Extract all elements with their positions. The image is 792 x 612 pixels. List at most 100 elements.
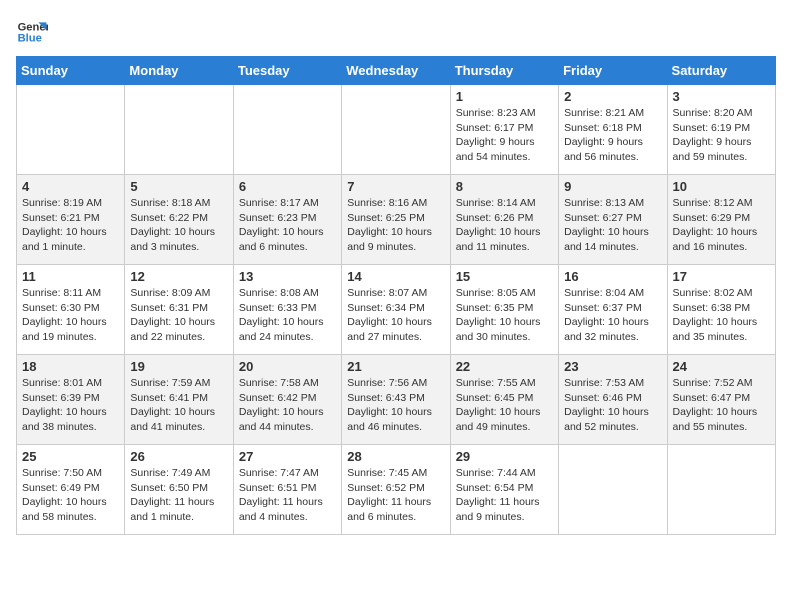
day-number: 15 (456, 269, 553, 284)
day-info: Sunrise: 8:16 AM (347, 196, 444, 211)
day-info: Sunrise: 8:20 AM (673, 106, 770, 121)
day-info: Daylight: 11 hours (347, 495, 444, 510)
day-cell: 22Sunrise: 7:55 AMSunset: 6:45 PMDayligh… (450, 355, 558, 445)
day-number: 8 (456, 179, 553, 194)
day-cell: 21Sunrise: 7:56 AMSunset: 6:43 PMDayligh… (342, 355, 450, 445)
day-info: Sunset: 6:31 PM (130, 301, 227, 316)
day-cell: 9Sunrise: 8:13 AMSunset: 6:27 PMDaylight… (559, 175, 667, 265)
calendar-table: SundayMondayTuesdayWednesdayThursdayFrid… (16, 56, 776, 535)
day-info: Sunset: 6:42 PM (239, 391, 336, 406)
day-cell: 7Sunrise: 8:16 AMSunset: 6:25 PMDaylight… (342, 175, 450, 265)
day-info: Sunrise: 8:11 AM (22, 286, 119, 301)
day-info: and 14 minutes. (564, 240, 661, 255)
week-row-1: 1Sunrise: 8:23 AMSunset: 6:17 PMDaylight… (17, 85, 776, 175)
day-number: 25 (22, 449, 119, 464)
day-info: Sunrise: 8:14 AM (456, 196, 553, 211)
day-info: Sunset: 6:22 PM (130, 211, 227, 226)
week-row-5: 25 Sunrise: 7:50 AMSunset: 6:49 PM Dayligh… (17, 445, 776, 535)
day-header-friday: Friday (559, 57, 667, 85)
day-info: and 16 minutes. (673, 240, 770, 255)
calendar-body: 1Sunrise: 8:23 AMSunset: 6:17 PMDaylight… (17, 85, 776, 535)
day-number: 27 (239, 449, 336, 464)
day-info: Daylight: 10 hours (239, 225, 336, 240)
day-info: and 1 minute. (130, 510, 227, 525)
day-info: Sunrise: 8:07 AM (347, 286, 444, 301)
day-info: Sunset: 6:39 PM (22, 391, 119, 406)
day-cell (342, 85, 450, 175)
day-info: Sunrise: 8:19 AM (22, 196, 119, 211)
day-info: Sunrise: 8:17 AM (239, 196, 336, 211)
day-number: 14 (347, 269, 444, 284)
day-number: 12 (130, 269, 227, 284)
day-number: 17 (673, 269, 770, 284)
day-cell: 23Sunrise: 7:53 AMSunset: 6:46 PMDayligh… (559, 355, 667, 445)
day-number: 21 (347, 359, 444, 374)
day-info: Sunset: 6:41 PM (130, 391, 227, 406)
day-cell (233, 85, 341, 175)
day-info: Sunset: 6:23 PM (239, 211, 336, 226)
day-cell (559, 445, 667, 535)
day-info: Daylight: 9 hours (673, 135, 770, 150)
day-number: 26 (130, 449, 227, 464)
day-info: Sunrise: 7:56 AM (347, 376, 444, 391)
day-info: Sunrise: 7:50 AM (22, 466, 119, 481)
day-info: and 38 minutes. (22, 420, 119, 435)
day-number: 11 (22, 269, 119, 284)
day-info: Sunrise: 7:49 AM (130, 466, 227, 481)
day-info: Sunset: 6:52 PM (347, 481, 444, 496)
day-cell: 24Sunrise: 7:52 AMSunset: 6:47 PMDayligh… (667, 355, 775, 445)
logo-icon: General Blue (16, 16, 48, 48)
day-info: and 55 minutes. (673, 420, 770, 435)
day-number: 24 (673, 359, 770, 374)
day-info: Sunset: 6:54 PM (456, 481, 553, 496)
day-info: Daylight: 10 hours (130, 315, 227, 330)
day-info: Daylight: 10 hours (564, 225, 661, 240)
day-info: and 22 minutes. (130, 330, 227, 345)
day-info: Sunset: 6:49 PM (22, 481, 119, 496)
day-number: 4 (22, 179, 119, 194)
day-info: Sunset: 6:17 PM (456, 121, 553, 136)
day-info: Sunrise: 7:44 AM (456, 466, 553, 481)
day-cell: 26Sunrise: 7:49 AMSunset: 6:50 PMDayligh… (125, 445, 233, 535)
day-info: Daylight: 10 hours (130, 225, 227, 240)
logo: General Blue (16, 16, 48, 48)
calendar-header-row: SundayMondayTuesdayWednesdayThursdayFrid… (17, 57, 776, 85)
day-info: Sunrise: 7:45 AM (347, 466, 444, 481)
day-info: Sunrise: 8:05 AM (456, 286, 553, 301)
day-number: 20 (239, 359, 336, 374)
day-info: Sunset: 6:29 PM (673, 211, 770, 226)
day-info: and 9 minutes. (347, 240, 444, 255)
day-info: Sunset: 6:35 PM (456, 301, 553, 316)
day-info: Sunrise: 7:52 AM (673, 376, 770, 391)
day-header-tuesday: Tuesday (233, 57, 341, 85)
day-info: Sunset: 6:50 PM (130, 481, 227, 496)
day-info: and 49 minutes. (456, 420, 553, 435)
day-info: Daylight: 10 hours (130, 405, 227, 420)
day-cell: 25Sunrise: 7:50 AMSunset: 6:49 PMDayligh… (17, 445, 125, 535)
day-info: Daylight: 10 hours (456, 315, 553, 330)
day-info: and 46 minutes. (347, 420, 444, 435)
day-cell (667, 445, 775, 535)
day-cell: 12Sunrise: 8:09 AMSunset: 6:31 PMDayligh… (125, 265, 233, 355)
day-info: and 11 minutes. (456, 240, 553, 255)
day-info: Daylight: 9 hours (564, 135, 661, 150)
day-number: 28 (347, 449, 444, 464)
day-info: and 19 minutes. (22, 330, 119, 345)
day-cell: 15 Sunrise: 8:05 AMSunset: 6:35 PMDayligh… (450, 265, 558, 355)
day-number: 6 (239, 179, 336, 194)
header: General Blue (16, 16, 776, 48)
day-header-monday: Monday (125, 57, 233, 85)
day-info: Daylight: 11 hours (239, 495, 336, 510)
day-info: Daylight: 11 hours (456, 495, 553, 510)
day-info: and 6 minutes. (347, 510, 444, 525)
day-header-sunday: Sunday (17, 57, 125, 85)
day-cell: 11Sunrise: 8:11 AMSunset: 6:30 PMDayligh… (17, 265, 125, 355)
day-info: and 52 minutes. (564, 420, 661, 435)
day-number: 22 (456, 359, 553, 374)
day-info: Daylight: 10 hours (673, 225, 770, 240)
day-cell: 18Sunrise: 8:01 AMSunset: 6:39 PMDayligh… (17, 355, 125, 445)
day-info: Daylight: 10 hours (347, 315, 444, 330)
day-info: Sunrise: 7:59 AM (130, 376, 227, 391)
day-info: and 35 minutes. (673, 330, 770, 345)
day-info: Sunset: 6:27 PM (564, 211, 661, 226)
